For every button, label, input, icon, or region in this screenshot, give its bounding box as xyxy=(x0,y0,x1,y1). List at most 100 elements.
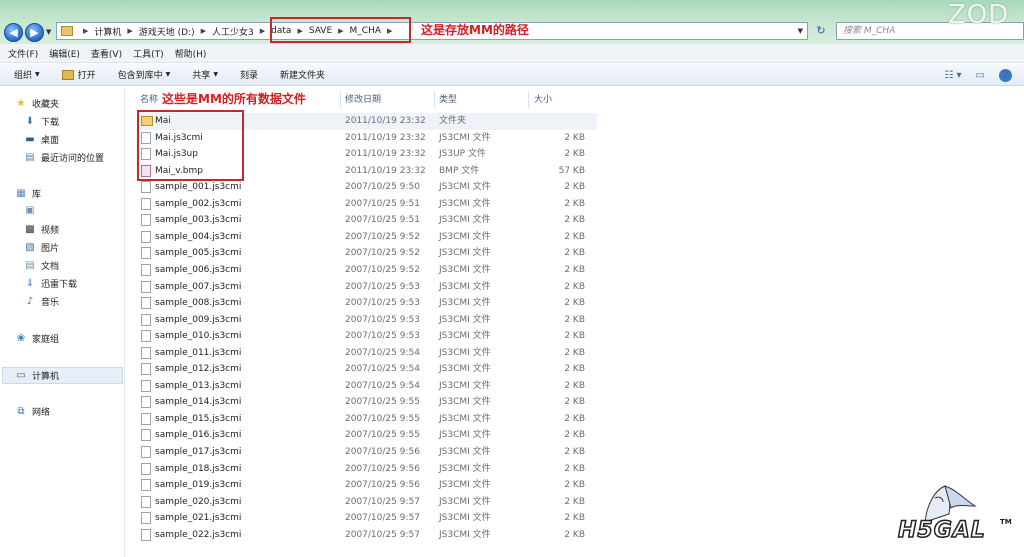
file-icon xyxy=(141,446,151,458)
sidebar-network[interactable]: ⧉ 网络 xyxy=(15,405,50,418)
file-row[interactable]: sample_021.js3cmi 2007/10/25 9:57 JS3CMI 文… xyxy=(137,510,597,527)
file-row[interactable]: sample_002.js3cmi 2007/10/25 9:51 JS3CMI 文… xyxy=(137,196,597,213)
file-row[interactable]: sample_011.js3cmi 2007/10/25 9:54 JS3CMI 文… xyxy=(137,345,597,362)
menu-file[interactable]: 文件(F) xyxy=(8,47,38,60)
sidebar-item-video[interactable]: ▩ 视频 xyxy=(24,223,59,236)
file-type: JS3CMI 文件 xyxy=(439,364,491,375)
organize-button[interactable]: 组织 ▼ xyxy=(14,68,40,81)
file-date: 2007/10/25 9:54 xyxy=(345,347,420,358)
refresh-icon[interactable]: ↻ xyxy=(812,23,830,39)
file-row[interactable]: sample_019.js3cmi 2007/10/25 9:56 JS3CMI 文… xyxy=(137,477,597,494)
file-row[interactable]: sample_010.js3cmi 2007/10/25 9:53 JS3CMI 文… xyxy=(137,328,597,345)
history-dropdown-icon[interactable]: ▼ xyxy=(46,28,51,36)
file-name: sample_001.js3cmi xyxy=(155,182,242,193)
menu-tools[interactable]: 工具(T) xyxy=(133,47,164,60)
folder-icon xyxy=(61,26,73,36)
music-icon: ♪ xyxy=(26,296,34,307)
column-header-date[interactable]: 修改日期 xyxy=(345,90,381,110)
chevron-right-icon[interactable]: ▶ xyxy=(83,27,88,35)
file-size: 2 KB xyxy=(564,347,585,358)
file-size: 2 KB xyxy=(564,480,585,491)
file-date: 2007/10/25 9:51 xyxy=(345,215,420,226)
breadcrumb-game[interactable]: 人工少女3 xyxy=(212,25,254,38)
file-row[interactable]: sample_007.js3cmi 2007/10/25 9:53 JS3CMI 文… xyxy=(137,279,597,296)
menu-edit[interactable]: 编辑(E) xyxy=(49,47,80,60)
file-row[interactable]: sample_008.js3cmi 2007/10/25 9:53 JS3CMI 文… xyxy=(137,295,597,312)
file-row[interactable]: sample_004.js3cmi 2007/10/25 9:52 JS3CMI 文… xyxy=(137,229,597,246)
file-row[interactable]: sample_006.js3cmi 2007/10/25 9:52 JS3CMI 文… xyxy=(137,262,597,279)
menu-help[interactable]: 帮助(H) xyxy=(175,47,207,60)
file-row[interactable]: sample_018.js3cmi 2007/10/25 9:56 JS3CMI 文… xyxy=(137,461,597,478)
sidebar-library[interactable]: ▦ 库 xyxy=(15,187,41,200)
address-dropdown-icon[interactable]: ▼ xyxy=(798,27,803,35)
network-icon: ⧉ xyxy=(17,406,25,417)
logo-trademark: TM xyxy=(1000,518,1012,526)
file-icon xyxy=(141,247,151,260)
share-button[interactable]: 共享 ▼ xyxy=(192,68,218,81)
column-header-size[interactable]: 大小 xyxy=(534,90,552,110)
open-button[interactable]: 打开 xyxy=(61,68,96,81)
file-row[interactable]: sample_015.js3cmi 2007/10/25 9:55 JS3CMI 文… xyxy=(137,411,597,428)
file-size: 2 KB xyxy=(564,447,585,457)
file-type: JS3CMI 文件 xyxy=(439,215,491,226)
file-icon xyxy=(141,197,151,210)
new-folder-button[interactable]: 新建文件夹 xyxy=(280,68,325,81)
file-date: 2007/10/25 9:57 xyxy=(345,529,420,540)
sidebar-item-desktop[interactable]: ▬ 桌面 xyxy=(24,133,59,146)
file-icon xyxy=(141,214,151,227)
file-name: sample_020.js3cmi xyxy=(155,496,242,507)
sidebar-item-label: 最近访问的位置 xyxy=(41,154,105,164)
chevron-right-icon[interactable]: ▶ xyxy=(127,27,132,35)
file-row[interactable]: sample_016.js3cmi 2007/10/25 9:55 JS3CMI 文… xyxy=(137,427,597,444)
sidebar-item-thunder[interactable]: ⇓ 迅雷下载 xyxy=(24,277,77,290)
help-icon[interactable]: ? xyxy=(999,69,1012,82)
burn-button[interactable]: 刻录 xyxy=(240,68,258,81)
organize-label: 组织 xyxy=(14,71,33,81)
sidebar-item-label: 音乐 xyxy=(41,298,60,308)
file-type: JS3CMI 文件 xyxy=(439,298,491,309)
preview-pane-icon[interactable]: ▭ xyxy=(976,70,985,81)
sidebar-favorites[interactable]: ★ 收藏夹 xyxy=(15,97,60,110)
file-type: JS3CMI 文件 xyxy=(439,413,491,424)
sidebar-item-downloads[interactable]: ⬇ 下载 xyxy=(24,115,59,128)
sidebar-item-pictures[interactable]: ▧ 图片 xyxy=(24,241,59,254)
sidebar-item-documents[interactable]: ▤ 文档 xyxy=(24,259,59,272)
file-row[interactable]: sample_014.js3cmi 2007/10/25 9:55 JS3CMI 文… xyxy=(137,394,597,411)
column-divider[interactable] xyxy=(340,91,341,108)
column-divider[interactable] xyxy=(528,91,529,108)
column-header-name[interactable]: 名称 xyxy=(140,90,158,110)
file-row[interactable]: sample_020.js3cmi 2007/10/25 9:57 JS3CMI 文… xyxy=(137,494,597,511)
breadcrumb-computer[interactable]: 计算机 xyxy=(94,25,121,38)
file-date: 2007/10/25 9:57 xyxy=(345,513,420,524)
file-row[interactable]: sample_001.js3cmi 2007/10/25 9:50 JS3CMI 文… xyxy=(137,179,597,196)
file-date: 2007/10/25 9:53 xyxy=(345,314,420,325)
chevron-right-icon[interactable]: ▶ xyxy=(260,27,265,35)
chevron-right-icon[interactable]: ▶ xyxy=(201,27,206,35)
download-icon: ⬇ xyxy=(25,116,35,127)
annotation-path-text: 这是存放MM的路径 xyxy=(421,23,529,37)
breadcrumb-drive[interactable]: 游戏天地 (D:) xyxy=(139,25,195,38)
back-button[interactable]: ◀ xyxy=(4,23,23,42)
file-icon xyxy=(141,479,151,492)
column-divider[interactable] xyxy=(434,91,435,108)
file-type: JS3CMI 文件 xyxy=(439,248,491,259)
file-size: 2 KB xyxy=(564,182,585,193)
sidebar-item-music[interactable]: ♪ 音乐 xyxy=(24,295,59,308)
file-name: sample_022.js3cmi xyxy=(155,529,242,540)
sidebar-homegroup[interactable]: ❀ 家庭组 xyxy=(15,332,59,345)
file-row[interactable]: sample_013.js3cmi 2007/10/25 9:54 JS3CMI 文… xyxy=(137,378,597,395)
include-library-button[interactable]: 包含到库中 ▼ xyxy=(118,68,171,81)
file-row[interactable]: sample_009.js3cmi 2007/10/25 9:53 JS3CMI 文… xyxy=(137,312,597,329)
file-row[interactable]: sample_003.js3cmi 2007/10/25 9:51 JS3CMI 文… xyxy=(137,212,597,229)
file-row[interactable]: sample_017.js3cmi 2007/10/25 9:56 JS3CMI 文… xyxy=(137,444,597,461)
forward-button[interactable]: ▶ xyxy=(25,23,44,42)
sidebar-computer[interactable]: ▭ 计算机 xyxy=(15,369,59,382)
file-row[interactable]: sample_005.js3cmi 2007/10/25 9:52 JS3CMI 文… xyxy=(137,245,597,262)
sidebar-item-recent[interactable]: ▤ 最近访问的位置 xyxy=(24,151,104,164)
file-row[interactable]: sample_012.js3cmi 2007/10/25 9:54 JS3CMI 文… xyxy=(137,361,597,378)
column-header-type[interactable]: 类型 xyxy=(439,90,457,110)
file-row[interactable]: sample_022.js3cmi 2007/10/25 9:57 JS3CMI 文… xyxy=(137,527,597,544)
menu-view[interactable]: 查看(V) xyxy=(91,47,122,60)
view-options-icon[interactable]: ☷ ▾ xyxy=(944,70,961,81)
sidebar-item-unnamed[interactable]: ▣ xyxy=(24,205,41,216)
